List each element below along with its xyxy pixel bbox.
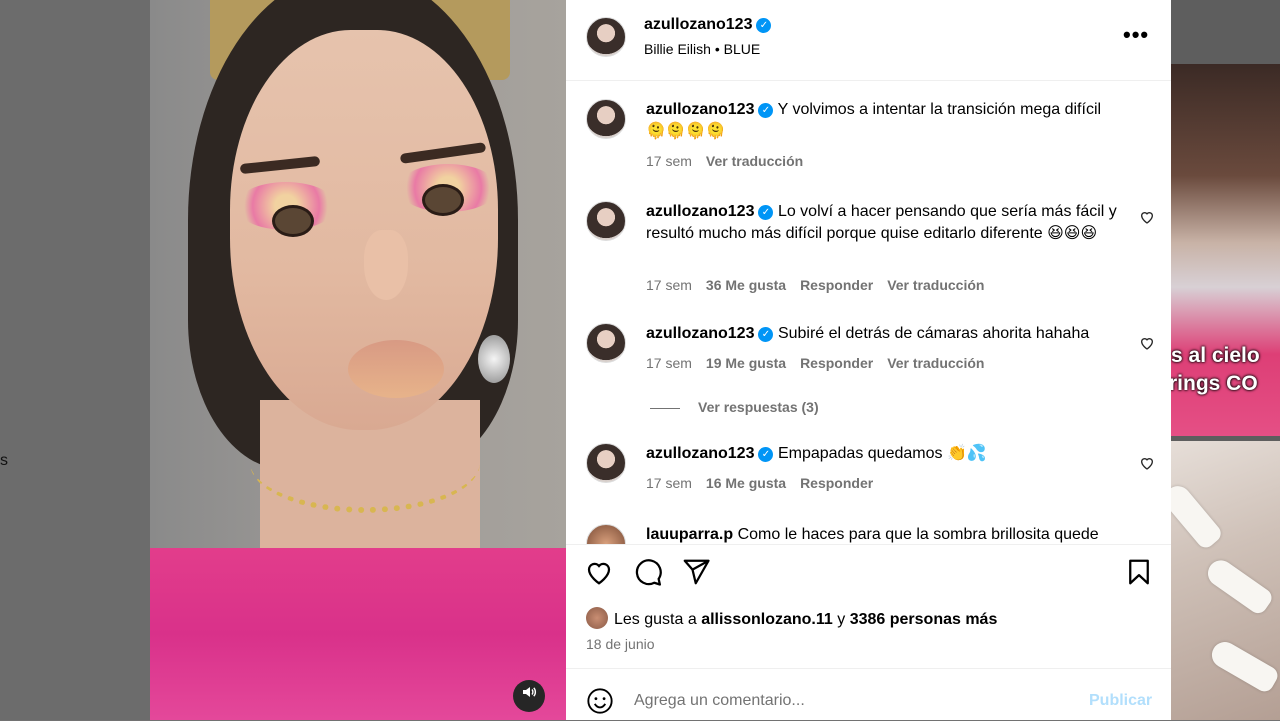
comment-like-heart-icon[interactable]	[1139, 335, 1155, 354]
next-post-thumbnail-2[interactable]	[1171, 441, 1280, 720]
audio-info[interactable]: Billie Eilish • BLUE	[644, 41, 760, 57]
backdrop-left: s	[0, 0, 150, 720]
post-username[interactable]: azullozano123 ✓	[644, 16, 772, 34]
thumbnail-caption: s al cielo rings CO	[1171, 344, 1260, 395]
backdrop-right-thumbnails: s al cielo rings CO	[1171, 0, 1280, 720]
comment-like-heart-icon[interactable]	[1139, 209, 1155, 228]
post-side-panel: azullozano123 ✓ Billie Eilish • BLUE ••• …	[566, 0, 1171, 720]
post-date[interactable]: 18 de junio	[586, 636, 655, 652]
emoji-icon[interactable]	[586, 687, 614, 715]
post-actions-bar	[566, 544, 1171, 605]
backdrop-text-fragment: s	[0, 452, 8, 469]
comment-meta: 17 sem 36 Me gusta Responder Ver traducción	[646, 277, 985, 293]
avatar[interactable]	[586, 524, 626, 544]
comment-text: Subiré el detrás de cámaras ahorita haha…	[777, 325, 1090, 342]
verified-badge-icon: ✓	[758, 447, 774, 462]
next-post-thumbnail[interactable]: s al cielo rings CO	[1171, 64, 1280, 436]
likes-summary[interactable]: Les gusta a allissonlozano.11 y 3386 per…	[586, 607, 997, 629]
avatar[interactable]	[586, 323, 626, 363]
verified-badge-icon: ✓	[758, 327, 774, 342]
verified-badge-icon: ✓	[758, 103, 774, 118]
verified-badge-icon: ✓	[756, 18, 772, 33]
post-dialog: azullozano123 ✓ Billie Eilish • BLUE ••• …	[150, 0, 1171, 720]
speaker-icon[interactable]	[513, 680, 545, 712]
save-bookmark-icon[interactable]	[1124, 557, 1156, 589]
avatar[interactable]	[586, 99, 626, 139]
comment-input[interactable]: Agrega un comentario...	[634, 692, 805, 710]
view-replies-button[interactable]: Ver respuestas (3)	[650, 399, 819, 415]
avatar[interactable]	[586, 443, 626, 483]
comment-like-heart-icon[interactable]	[1139, 455, 1155, 474]
publish-button[interactable]: Publicar	[1089, 692, 1152, 710]
comments-list[interactable]: azullozano123 ✓ Y volvimos a intentar la …	[566, 81, 1171, 544]
avatar	[586, 607, 608, 629]
post-video[interactable]	[150, 0, 566, 720]
add-comment-bar: Agrega un comentario... Publicar	[566, 668, 1171, 721]
avatar[interactable]	[586, 201, 626, 241]
avatar[interactable]	[586, 17, 626, 57]
comment-meta: 17 sem Ver traducción	[646, 153, 804, 169]
comment-meta: 17 sem 16 Me gusta Responder	[646, 475, 874, 491]
comment-text: Como le haces para que la sombra brillos…	[737, 526, 1099, 543]
comment-meta: 17 sem 19 Me gusta Responder Ver traducción	[646, 355, 985, 371]
more-options-icon[interactable]: •••	[1123, 22, 1149, 48]
share-send-icon[interactable]	[681, 557, 713, 589]
comment-text: Empapadas quedamos 👏💦	[777, 445, 987, 462]
post-header: azullozano123 ✓ Billie Eilish • BLUE •••	[566, 0, 1171, 81]
like-heart-icon[interactable]	[584, 557, 616, 589]
verified-badge-icon: ✓	[758, 205, 774, 220]
comment-bubble-icon[interactable]	[633, 557, 665, 589]
